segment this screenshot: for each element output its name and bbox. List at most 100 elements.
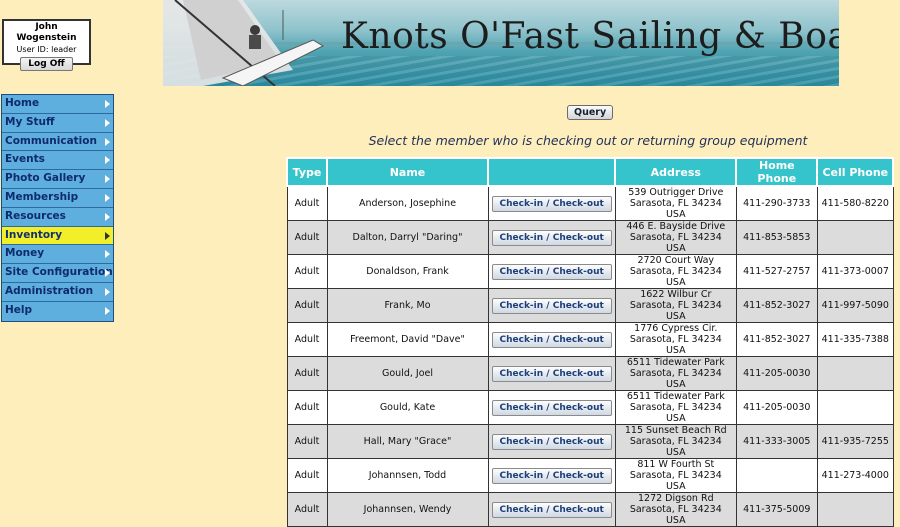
cell-home-phone: 411-527-2757 (735, 254, 818, 289)
cell-action: Check-in / Check-out (487, 322, 616, 357)
address-line-1: 1622 Wilbur Cr (640, 289, 712, 300)
address-line-2: Sarasota, FL 34234 USA (629, 436, 722, 458)
check-in-out-button[interactable]: Check-in / Check-out (491, 467, 612, 484)
cell-cell-phone: 411-580-8220 (816, 185, 894, 221)
menu-item-resources[interactable]: Resources (2, 207, 113, 227)
menu-item-label: Site Configuration (5, 266, 113, 279)
cell-address: 1776 Cypress Cir. Sarasota, FL 34234 USA (614, 322, 737, 357)
address-line-1: 1776 Cypress Cir. (634, 323, 718, 334)
cell-cell-phone (816, 390, 894, 425)
menu-item-administration[interactable]: Administration (2, 282, 113, 302)
address-line-1: 6511 Tidewater Park (626, 357, 725, 368)
chevron-right-icon (105, 269, 110, 278)
chevron-right-icon (105, 175, 110, 184)
check-in-out-button[interactable]: Check-in / Check-out (491, 229, 612, 246)
table-row: Adult Dalton, Darryl "Daring" Check-in /… (286, 220, 894, 255)
cell-home-phone: 411-205-0030 (735, 356, 818, 391)
cell-action: Check-in / Check-out (487, 185, 616, 221)
cell-address: 1622 Wilbur Cr Sarasota, FL 34234 USA (614, 288, 737, 323)
check-in-out-button[interactable]: Check-in / Check-out (491, 297, 612, 314)
menu-item-help[interactable]: Help (2, 301, 113, 321)
instruction-text: Select the member who is checking out or… (368, 133, 808, 148)
check-in-out-button[interactable]: Check-in / Check-out (491, 331, 612, 348)
chevron-right-icon (105, 212, 110, 221)
cell-home-phone: 411-853-5853 (735, 220, 818, 255)
cell-name: Johannsen, Wendy (326, 492, 489, 527)
cell-cell-phone (816, 492, 894, 527)
cell-home-phone: 411-852-3027 (735, 288, 818, 323)
check-in-out-button[interactable]: Check-in / Check-out (491, 399, 612, 416)
cell-name: Donaldson, Frank (326, 254, 489, 289)
address-line-1: 2720 Court Way (637, 255, 715, 266)
table-row: Adult Donaldson, Frank Check-in / Check-… (286, 254, 894, 289)
cell-name: Gould, Joel (326, 356, 489, 391)
sailboat-image (163, 0, 325, 86)
cell-type: Adult (286, 356, 328, 391)
cell-type: Adult (286, 322, 328, 357)
sidebar-menu: Home My Stuff Communication Events Photo… (1, 94, 114, 322)
column-header-address: Address (614, 157, 738, 187)
table-row: Adult Johannsen, Wendy Check-in / Check-… (286, 492, 894, 527)
chevron-right-icon (105, 137, 110, 146)
cell-address: 6511 Tidewater Park Sarasota, FL 34234 US… (614, 356, 737, 391)
check-in-out-button[interactable]: Check-in / Check-out (491, 433, 612, 450)
cell-action: Check-in / Check-out (487, 220, 616, 255)
user-name: John Wogenstein (16, 22, 77, 43)
menu-item-label: Resources (5, 209, 66, 222)
menu-item-communication[interactable]: Communication (2, 132, 113, 152)
cell-cell-phone: 411-373-0007 (816, 254, 894, 289)
menu-item-label: Administration (5, 284, 94, 297)
column-header-action (486, 157, 617, 187)
cell-home-phone: 411-290-3733 (735, 185, 818, 221)
members-table: Type Name Address Home Phone Cell Phone … (286, 157, 895, 527)
menu-item-label: Inventory (5, 228, 63, 241)
cell-action: Check-in / Check-out (487, 390, 616, 425)
cell-home-phone: 411-205-0030 (735, 390, 818, 425)
check-in-out-button[interactable]: Check-in / Check-out (491, 263, 612, 280)
cell-name: Freemont, David "Dave" (326, 322, 489, 357)
user-id-value: leader (51, 45, 77, 54)
address-line-1: 1272 Digson Rd (637, 493, 714, 504)
address-line-2: Sarasota, FL 34234 USA (629, 232, 722, 254)
chevron-right-icon (105, 156, 110, 165)
menu-item-label: Money (5, 247, 45, 260)
menu-item-label: My Stuff (5, 115, 55, 128)
cell-cell-phone (816, 356, 894, 391)
menu-item-label: Events (5, 153, 45, 166)
cell-name: Johannsen, Todd (326, 458, 489, 493)
address-line-2: Sarasota, FL 34234 USA (629, 402, 722, 424)
address-line-2: Sarasota, FL 34234 USA (629, 470, 722, 492)
table-row: Adult Johannsen, Todd Check-in / Check-o… (286, 458, 894, 493)
menu-item-photo-gallery[interactable]: Photo Gallery (2, 170, 113, 189)
cell-address: 2720 Court Way Sarasota, FL 34234 USA (614, 254, 737, 289)
cell-type: Adult (286, 424, 328, 459)
address-line-2: Sarasota, FL 34234 USA (629, 198, 722, 220)
menu-item-site-configuration[interactable]: Site Configuration (2, 264, 113, 283)
menu-item-label: Membership (5, 190, 79, 203)
menu-item-label: Photo Gallery (5, 172, 86, 185)
menu-item-membership[interactable]: Membership (2, 188, 113, 208)
user-id: User ID: leader (4, 44, 89, 55)
menu-item-events[interactable]: Events (2, 151, 113, 171)
log-off-button[interactable]: Log Off (20, 57, 73, 71)
check-in-out-button[interactable]: Check-in / Check-out (491, 501, 612, 518)
query-button[interactable]: Query (567, 105, 614, 120)
address-line-2: Sarasota, FL 34234 USA (629, 368, 722, 390)
cell-home-phone: 411-333-3005 (735, 424, 818, 459)
table-row: Adult Gould, Kate Check-in / Check-out 6… (286, 390, 894, 425)
check-in-out-button[interactable]: Check-in / Check-out (491, 195, 612, 212)
cell-type: Adult (286, 390, 328, 425)
cell-type: Adult (286, 288, 328, 323)
cell-action: Check-in / Check-out (487, 254, 616, 289)
cell-type: Adult (286, 254, 328, 289)
cell-type: Adult (286, 458, 328, 493)
check-in-out-button[interactable]: Check-in / Check-out (491, 365, 612, 382)
menu-item-inventory[interactable]: Inventory (2, 226, 113, 246)
cell-address: 115 Sunset Beach Rd Sarasota, FL 34234 US… (614, 424, 737, 459)
cell-action: Check-in / Check-out (487, 492, 616, 527)
menu-item-money[interactable]: Money (2, 245, 113, 265)
address-line-2: Sarasota, FL 34234 USA (629, 334, 722, 356)
menu-item-my-stuff[interactable]: My Stuff (2, 113, 113, 133)
menu-item-home[interactable]: Home (2, 95, 113, 114)
cell-name: Hall, Mary "Grace" (326, 424, 489, 459)
